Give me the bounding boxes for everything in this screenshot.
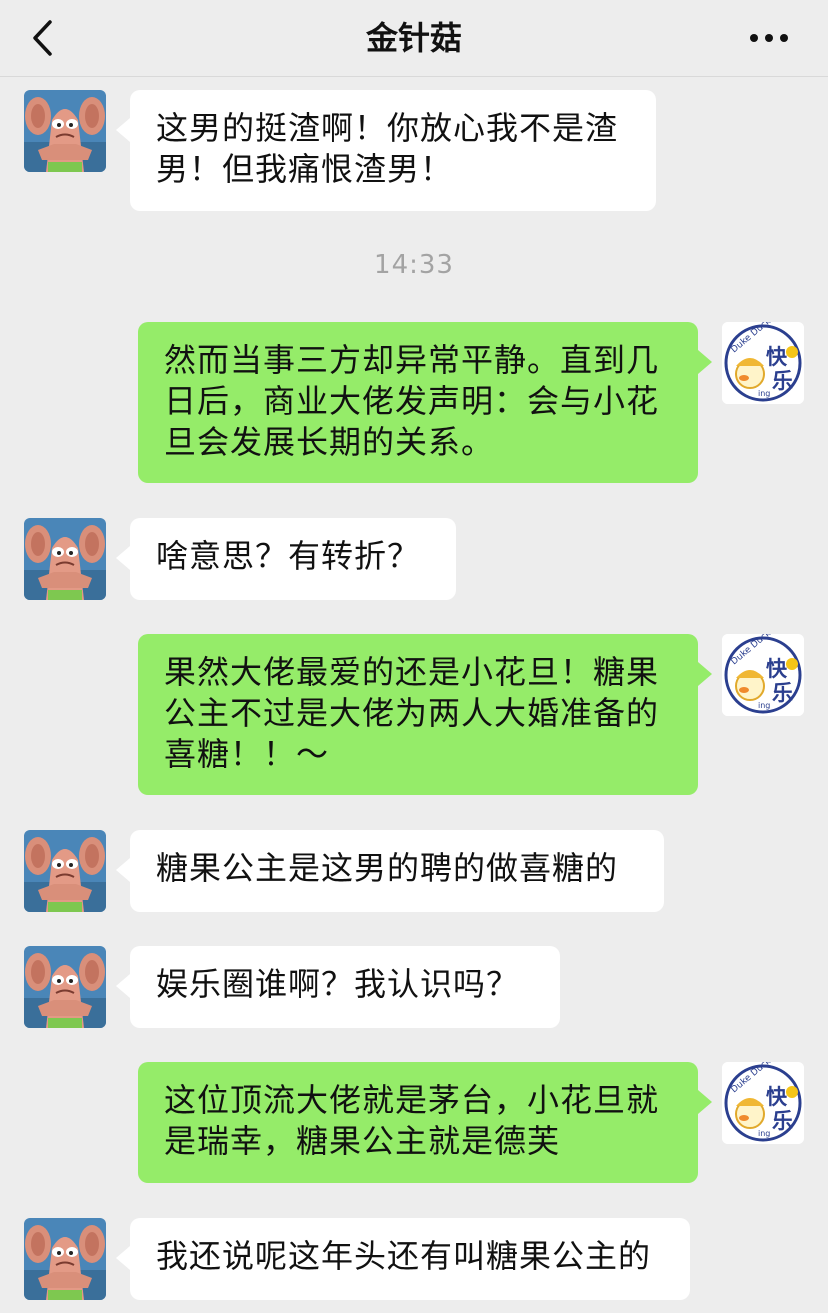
contact-avatar[interactable] — [24, 946, 106, 1028]
more-button[interactable] — [748, 30, 790, 44]
starfish-character-icon — [24, 518, 106, 600]
message-bubble-incoming[interactable]: 糖果公主是这男的聘的做喜糖的 — [116, 830, 664, 912]
starfish-character-icon — [24, 1218, 106, 1300]
starfish-character-icon — [24, 830, 106, 912]
message-bubble-incoming[interactable]: 啥意思？有转折？ — [116, 518, 456, 600]
message-bubble-outgoing[interactable]: 果然大佬最爱的还是小花旦！糖果公主不过是大佬为两人大婚准备的喜糖！！～ — [138, 634, 712, 795]
contact-avatar[interactable] — [24, 830, 106, 912]
starfish-character-icon — [24, 90, 106, 172]
message-bubble-incoming[interactable]: 我还说呢这年头还有叫糖果公主的 — [116, 1218, 690, 1300]
message-timestamp: 14:33 — [374, 250, 454, 280]
duck-kuaile-icon — [722, 322, 804, 404]
message-bubble-outgoing[interactable]: 这位顶流大佬就是茅台，小花旦就是瑞幸，糖果公主就是德芙 — [138, 1062, 712, 1183]
duck-kuaile-icon — [722, 1062, 804, 1144]
contact-avatar[interactable] — [24, 1218, 106, 1300]
my-avatar[interactable] — [722, 1062, 804, 1144]
my-avatar[interactable] — [722, 634, 804, 716]
message-bubble-incoming[interactable]: 娱乐圈谁啊？我认识吗？ — [116, 946, 560, 1028]
nav-bar: 金针菇 — [0, 0, 828, 77]
message-bubble-outgoing[interactable]: 然而当事三方却异常平静。直到几日后，商业大佬发声明：会与小花旦会发展长期的关系。 — [138, 322, 712, 483]
message-bubble-incoming[interactable]: 这男的挺渣啊！你放心我不是渣男！但我痛恨渣男！ — [116, 90, 656, 211]
chat-title: 金针菇 — [365, 19, 462, 57]
duck-kuaile-icon — [722, 634, 804, 716]
more-dots-icon — [750, 34, 788, 42]
starfish-character-icon — [24, 946, 106, 1028]
contact-avatar[interactable] — [24, 518, 106, 600]
my-avatar[interactable] — [722, 322, 804, 404]
contact-avatar[interactable] — [24, 90, 106, 172]
